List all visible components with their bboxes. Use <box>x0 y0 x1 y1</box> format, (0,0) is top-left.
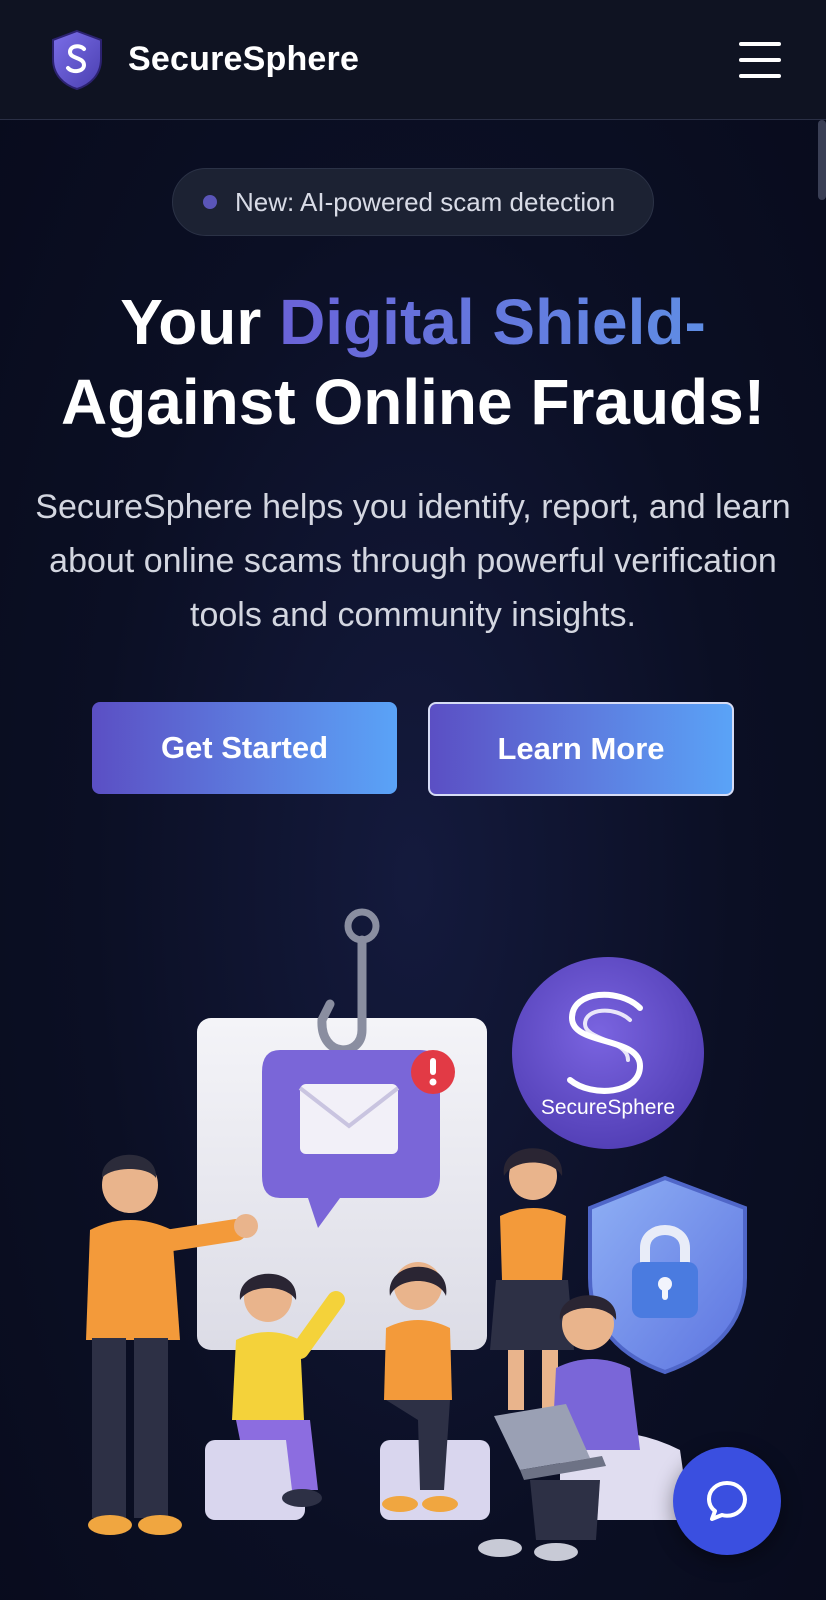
brand-name[interactable]: SecureSphere <box>128 40 359 79</box>
status-dot-icon <box>203 195 217 209</box>
badge-text: New: AI-powered scam detection <box>235 186 616 217</box>
hero-subtitle: SecureSphere helps you identify, report,… <box>35 488 791 634</box>
illustration-logo-text: SecureSphere <box>541 1096 675 1119</box>
new-feature-badge: New: AI-powered scam detection <box>172 168 654 236</box>
chat-support-button[interactable] <box>673 1447 781 1555</box>
lock-shield-icon <box>588 1175 747 1375</box>
hero-headline: Your Digital Shield- Against Online Frau… <box>0 282 826 442</box>
learn-more-button[interactable]: Learn More <box>428 702 734 796</box>
page-scrollbar[interactable] <box>818 120 826 200</box>
get-started-button[interactable]: Get Started <box>92 702 397 794</box>
chat-bubble-icon <box>707 1481 747 1521</box>
headline-part1: Your <box>120 286 280 358</box>
headline-part2: Against Online Frauds! <box>60 366 766 438</box>
hamburger-menu-icon[interactable] <box>739 41 781 78</box>
shield-logo-icon[interactable] <box>50 29 104 91</box>
headline-accent: Digital Shield- <box>279 286 706 358</box>
securesphere-circle-logo: SecureSphere <box>512 957 704 1149</box>
alert-icon <box>411 1050 455 1094</box>
navbar: SecureSphere <box>0 0 826 120</box>
